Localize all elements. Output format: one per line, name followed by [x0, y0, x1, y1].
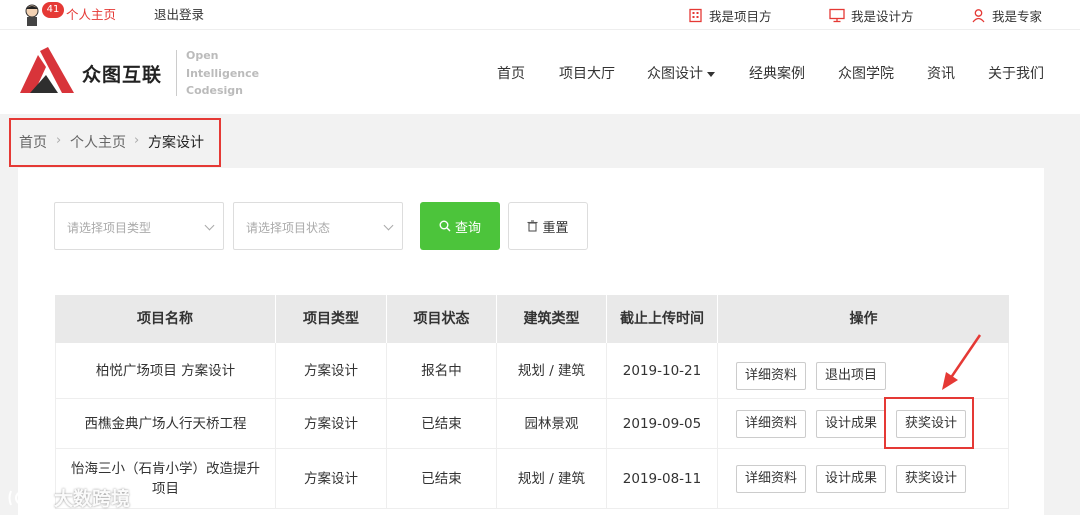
reset-button[interactable]: 重置: [508, 202, 588, 250]
detail-button[interactable]: 详细资料: [736, 465, 807, 493]
nav-news[interactable]: 资讯: [927, 63, 955, 83]
reset-label: 重置: [542, 220, 569, 236]
detail-button[interactable]: 详细资料: [736, 362, 807, 390]
select-placeholder: 请选择项目类型: [67, 221, 152, 235]
role-label: 我是专家: [992, 9, 1043, 24]
detail-button[interactable]: 详细资料: [736, 410, 807, 438]
nav-design-label: 众图设计: [647, 66, 703, 82]
breadcrumb-personal[interactable]: 个人主页: [70, 132, 126, 152]
column-header: 项目类型: [276, 295, 387, 343]
cell-project-type: 方案设计: [276, 343, 387, 399]
logout-link[interactable]: 退出登录: [154, 7, 204, 23]
logo-text[interactable]: 众图互联: [82, 60, 162, 87]
column-header: 项目名称: [55, 295, 276, 343]
cell-project-type: 方案设计: [276, 399, 387, 449]
nav-about[interactable]: 关于我们: [988, 63, 1044, 83]
query-button[interactable]: 查询: [420, 202, 500, 250]
role-designer[interactable]: 我是设计方: [829, 6, 914, 25]
chevron-right-icon: ›: [56, 133, 62, 148]
nav-home[interactable]: 首页: [497, 63, 525, 83]
cell-project-name: 柏悦广场项目 方案设计: [55, 343, 276, 399]
breadcrumb-current: 方案设计: [148, 135, 204, 151]
award-button-highlight: [884, 397, 974, 449]
watermark-text: 大数跨境: [54, 488, 131, 510]
design-result-button[interactable]: 设计成果: [816, 465, 887, 493]
select-placeholder: 请选择项目状态: [246, 221, 331, 235]
cell-project-type: 方案设计: [276, 449, 387, 509]
watermark: 大数跨境: [8, 484, 130, 511]
notification-badge[interactable]: 41: [42, 2, 64, 18]
design-result-button[interactable]: 设计成果: [816, 410, 887, 438]
cell-building-type: 规划 / 建筑: [497, 449, 607, 509]
building-icon: [689, 8, 702, 23]
search-icon: [439, 220, 451, 232]
logo-tagline: Open Intelligence Codesign: [186, 47, 259, 100]
cell-deadline: 2019-08-11: [607, 449, 718, 509]
award-design-button[interactable]: 获奖设计: [896, 465, 967, 493]
column-header: 项目状态: [387, 295, 497, 343]
cell-project-status: 已结束: [387, 399, 497, 449]
table-header: 项目名称 项目类型 项目状态 建筑类型 截止上传时间 操作: [55, 295, 1009, 343]
top-bar: 41 个人主页 退出登录 我是项目方 我是设计方 我是专家: [0, 0, 1080, 30]
annotation-arrow-icon: [942, 334, 982, 390]
chevron-down-icon: [383, 220, 394, 231]
logo-icon[interactable]: [20, 47, 76, 95]
column-header: 建筑类型: [497, 295, 607, 343]
logo-tagline-line: Intelligence: [186, 66, 260, 80]
logo-tagline-line: Codesign: [186, 84, 243, 97]
logo-tagline-line: Open: [186, 49, 219, 62]
project-type-select[interactable]: 请选择项目类型: [54, 202, 224, 250]
nav-classic-cases[interactable]: 经典案例: [749, 63, 805, 83]
caret-down-icon: [707, 71, 715, 77]
role-label: 我是项目方: [709, 9, 772, 24]
personal-home-link[interactable]: 个人主页: [66, 7, 116, 23]
nav-project-hall[interactable]: 项目大厅: [559, 63, 615, 83]
user-icon: [972, 9, 985, 23]
role-expert[interactable]: 我是专家: [971, 6, 1042, 25]
project-status-select[interactable]: 请选择项目状态: [233, 202, 403, 250]
cell-deadline: 2019-09-05: [607, 399, 718, 449]
main-header: 众图互联 Open Intelligence Codesign 首页 项目大厅 …: [0, 30, 1080, 114]
cell-deadline: 2019-10-21: [607, 343, 718, 399]
query-label: 查询: [454, 220, 481, 236]
cell-building-type: 园林景观: [497, 399, 607, 449]
nav-design-menu[interactable]: 众图设计: [647, 63, 715, 83]
trash-icon: [527, 220, 538, 232]
nav-academy[interactable]: 众图学院: [838, 63, 894, 83]
role-project-owner[interactable]: 我是项目方: [688, 6, 772, 25]
role-label: 我是设计方: [851, 9, 914, 24]
cell-project-status: 已结束: [387, 449, 497, 509]
monitor-icon: [829, 8, 845, 23]
breadcrumb-home[interactable]: 首页: [19, 132, 47, 152]
quit-project-button[interactable]: 退出项目: [816, 362, 887, 390]
cell-building-type: 规划 / 建筑: [497, 343, 607, 399]
avatar[interactable]: [22, 3, 42, 27]
watermark-logo-icon: [8, 490, 43, 505]
cell-project-status: 报名中: [387, 343, 497, 399]
cell-project-name: 西樵金典广场人行天桥工程: [55, 399, 276, 449]
column-header: 截止上传时间: [607, 295, 718, 343]
chevron-down-icon: [204, 220, 215, 231]
logo-divider: [176, 50, 177, 96]
chevron-right-icon: ›: [134, 133, 140, 148]
